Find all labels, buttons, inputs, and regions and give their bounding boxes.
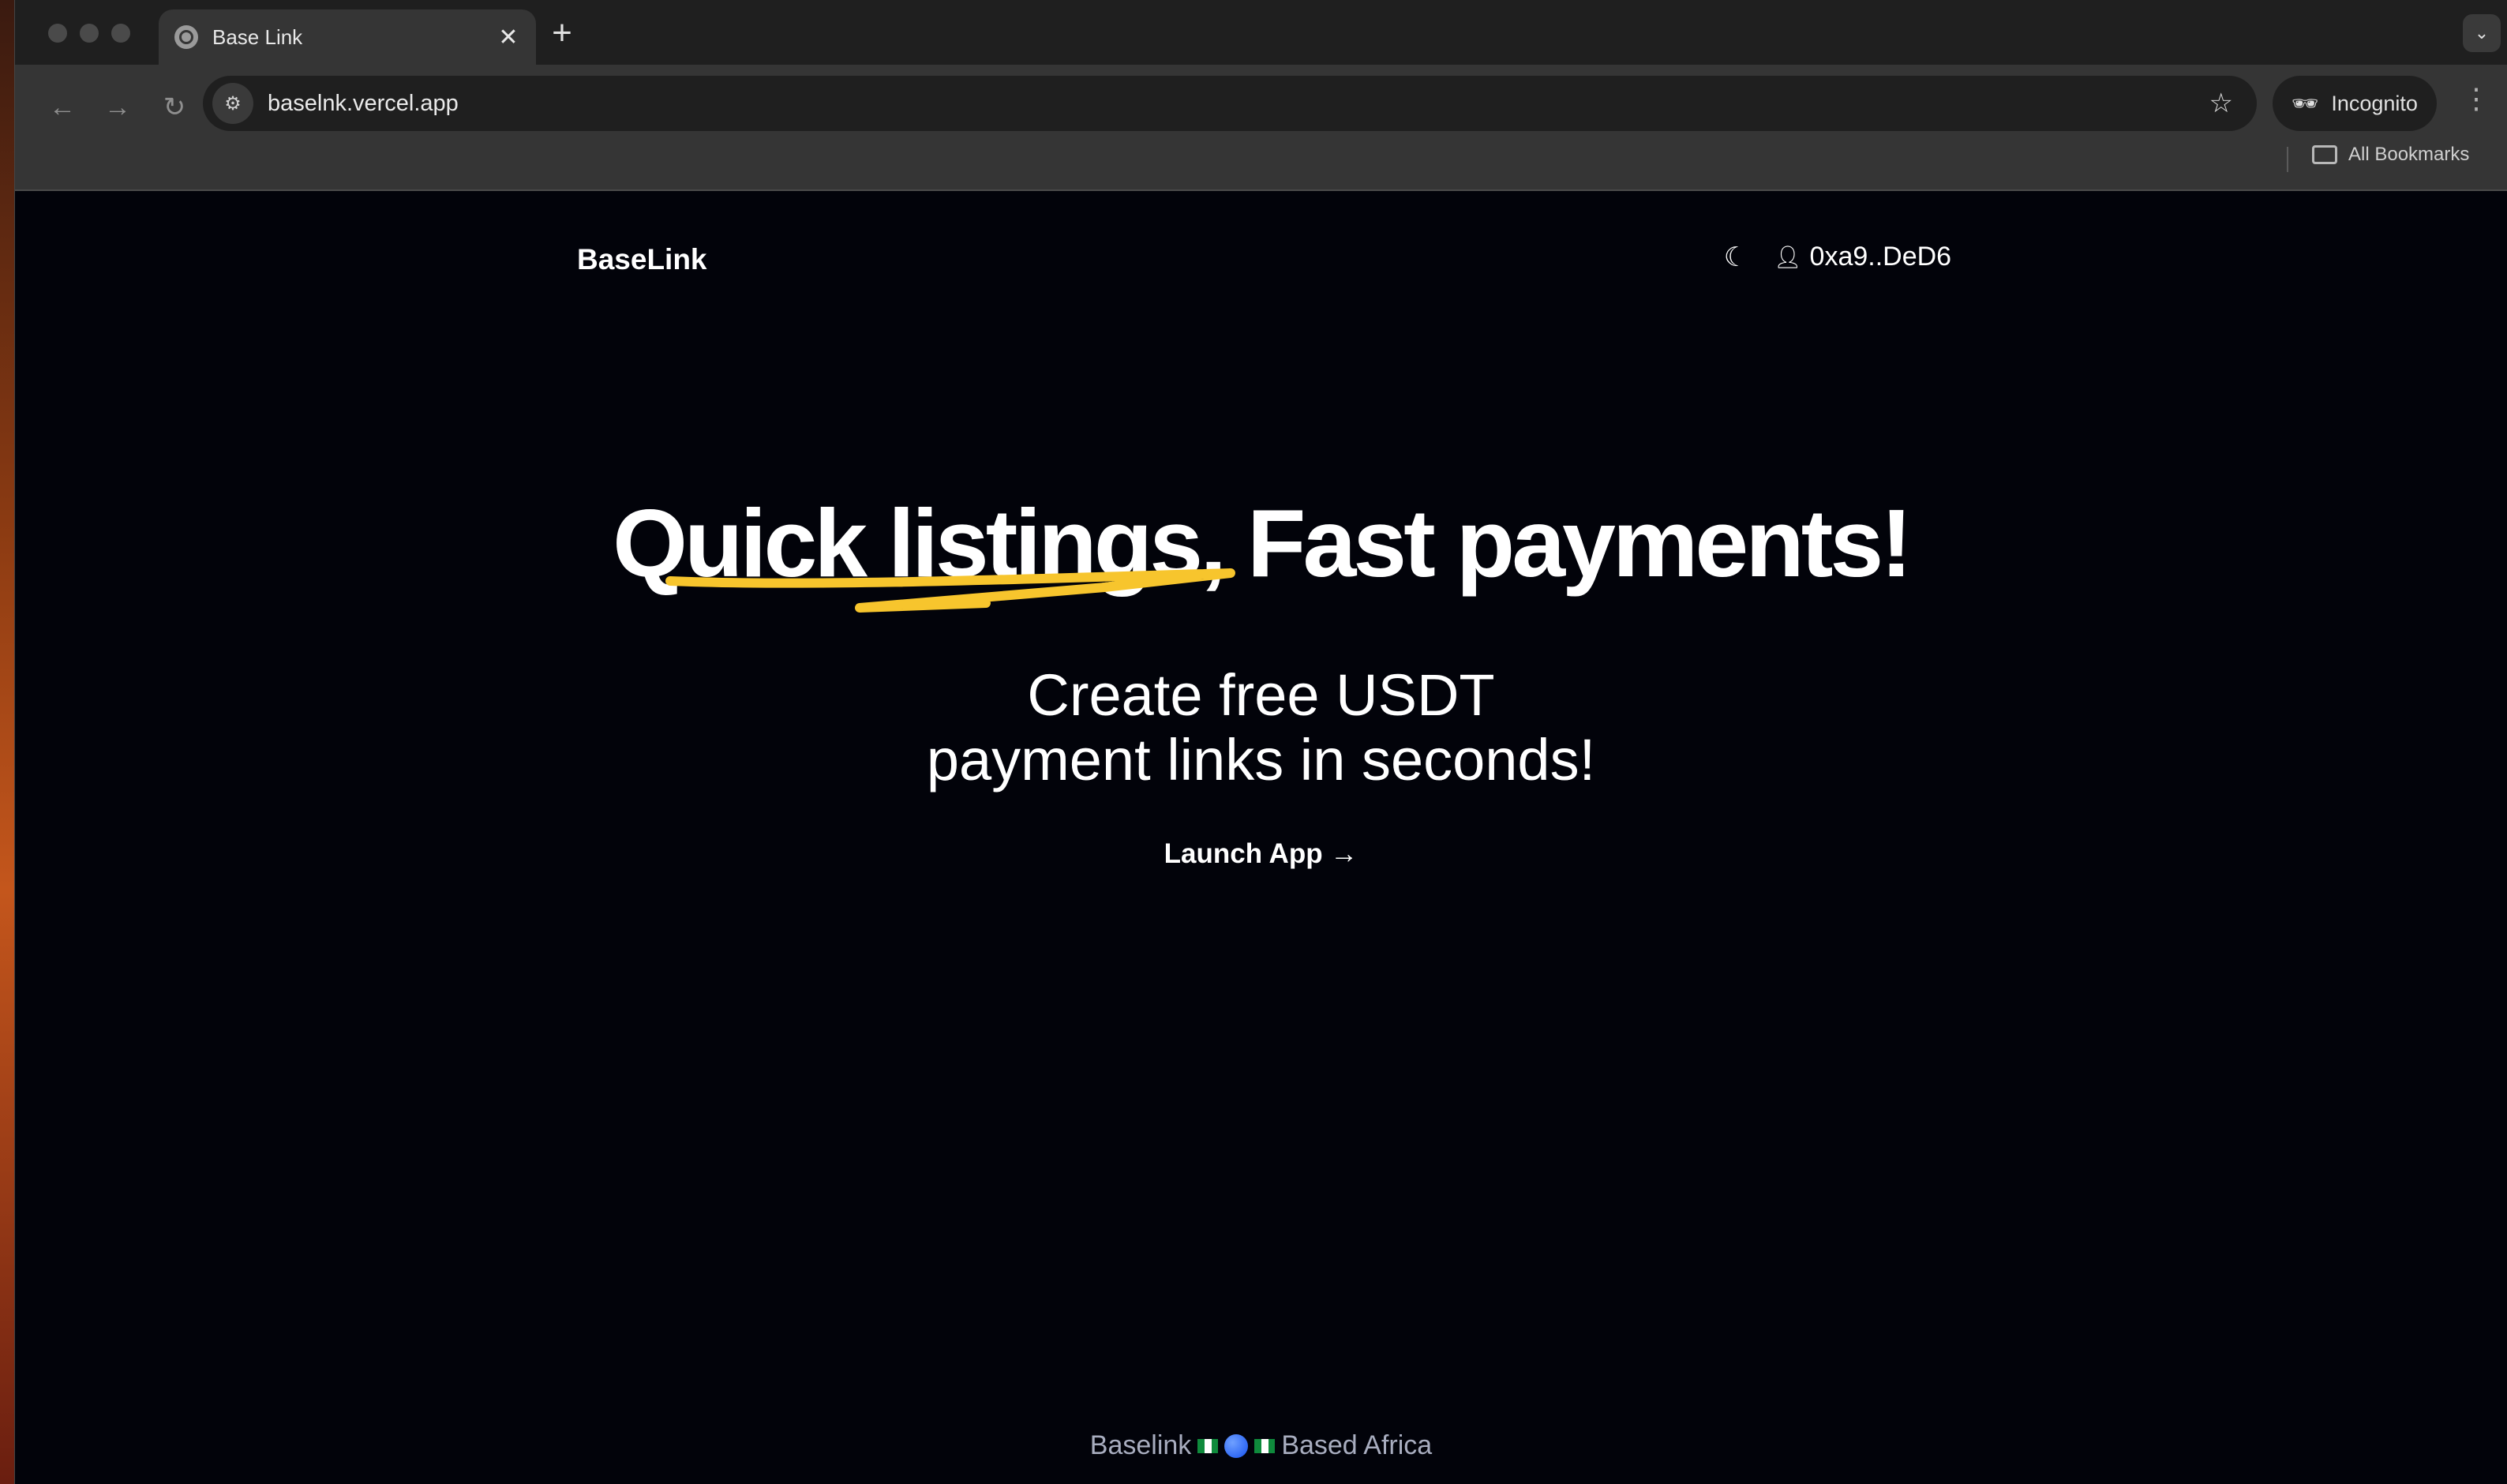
url-text[interactable]: baselnk.vercel.app bbox=[268, 91, 2209, 117]
minimize-window-button[interactable] bbox=[80, 24, 99, 43]
bookmark-star-icon[interactable]: ☆ bbox=[2209, 88, 2233, 119]
launch-app-link[interactable]: Launch App → bbox=[15, 838, 2507, 870]
forward-button[interactable]: → bbox=[96, 85, 140, 129]
page-content: BaseLink ☾ 👤︎ 0xa9..DeD6 Quick listings,… bbox=[15, 193, 2507, 1484]
bookmark-separator bbox=[2287, 147, 2288, 172]
all-bookmarks-button[interactable]: All Bookmarks bbox=[2312, 144, 2469, 166]
reload-icon: ↻ bbox=[163, 92, 186, 122]
theme-toggle-button[interactable]: ☾ bbox=[1720, 242, 1752, 273]
wallet-address: 0xa9..DeD6 bbox=[1809, 242, 1952, 272]
back-button[interactable]: ← bbox=[40, 85, 84, 129]
close-window-button[interactable] bbox=[48, 24, 67, 43]
footer-left-text: Baselink bbox=[1089, 1430, 1192, 1460]
browser-window: Base Link ✕ + ⌄ ← → ↻ ⚙ baselnk.vercel.a… bbox=[14, 0, 2507, 1484]
tab-title: Base Link bbox=[212, 24, 303, 49]
arrow-left-icon: ← bbox=[49, 92, 76, 122]
headline-part2: Fast payments! bbox=[1246, 489, 1913, 597]
footer-right-text: Based Africa bbox=[1281, 1430, 1433, 1460]
hero-subtitle: Create free USDT payment links in second… bbox=[15, 663, 2507, 793]
reload-button[interactable]: ↻ bbox=[152, 85, 197, 129]
nigeria-flag-icon bbox=[1197, 1438, 1219, 1453]
browser-toolbar: ← → ↻ ⚙ baselnk.vercel.app ☆ 🕶 Incognito… bbox=[15, 65, 2507, 191]
incognito-button[interactable]: 🕶 Incognito bbox=[2273, 76, 2437, 131]
subtitle-line1: Create free USDT bbox=[1027, 662, 1495, 728]
site-logo[interactable]: BaseLink bbox=[577, 243, 707, 276]
user-icon: 👤︎ bbox=[1774, 245, 1802, 269]
browser-menu-button[interactable]: ⋮ bbox=[2462, 82, 2490, 115]
wallet-account-button[interactable]: 👤︎ 0xa9..DeD6 bbox=[1774, 242, 1951, 272]
incognito-label: Incognito bbox=[2331, 91, 2418, 115]
tab-search-button[interactable]: ⌄ bbox=[2463, 14, 2501, 52]
base-dot-icon bbox=[1224, 1433, 1249, 1458]
hero-headline: Quick listings, Fast payments! bbox=[15, 488, 2507, 598]
address-bar[interactable]: ⚙ baselnk.vercel.app ☆ bbox=[203, 76, 2257, 131]
site-settings-icon[interactable]: ⚙ bbox=[212, 83, 253, 124]
subtitle-line2: payment links in seconds! bbox=[926, 727, 1596, 793]
chevron-down-icon: ⌄ bbox=[2474, 23, 2490, 43]
tab-strip: Base Link ✕ + ⌄ bbox=[15, 0, 2507, 65]
folder-icon bbox=[2312, 145, 2337, 164]
moon-icon: ☾ bbox=[1723, 242, 1748, 272]
new-tab-button[interactable]: + bbox=[542, 14, 582, 52]
maximize-window-button[interactable] bbox=[111, 24, 130, 43]
window-controls bbox=[48, 24, 130, 43]
close-tab-icon[interactable]: ✕ bbox=[497, 24, 520, 51]
tab-base-link[interactable]: Base Link ✕ bbox=[159, 9, 536, 65]
launch-app-label[interactable]: Launch App → bbox=[1164, 838, 1358, 869]
all-bookmarks-label: All Bookmarks bbox=[2348, 144, 2470, 165]
incognito-icon: 🕶 bbox=[2292, 92, 2319, 115]
arrow-right-icon: → bbox=[104, 92, 131, 122]
nigeria-flag-icon bbox=[1254, 1438, 1276, 1453]
footer: Baselink Based Africa bbox=[15, 1430, 2507, 1461]
underline-squiggle bbox=[665, 568, 1235, 613]
globe-icon bbox=[174, 25, 198, 49]
